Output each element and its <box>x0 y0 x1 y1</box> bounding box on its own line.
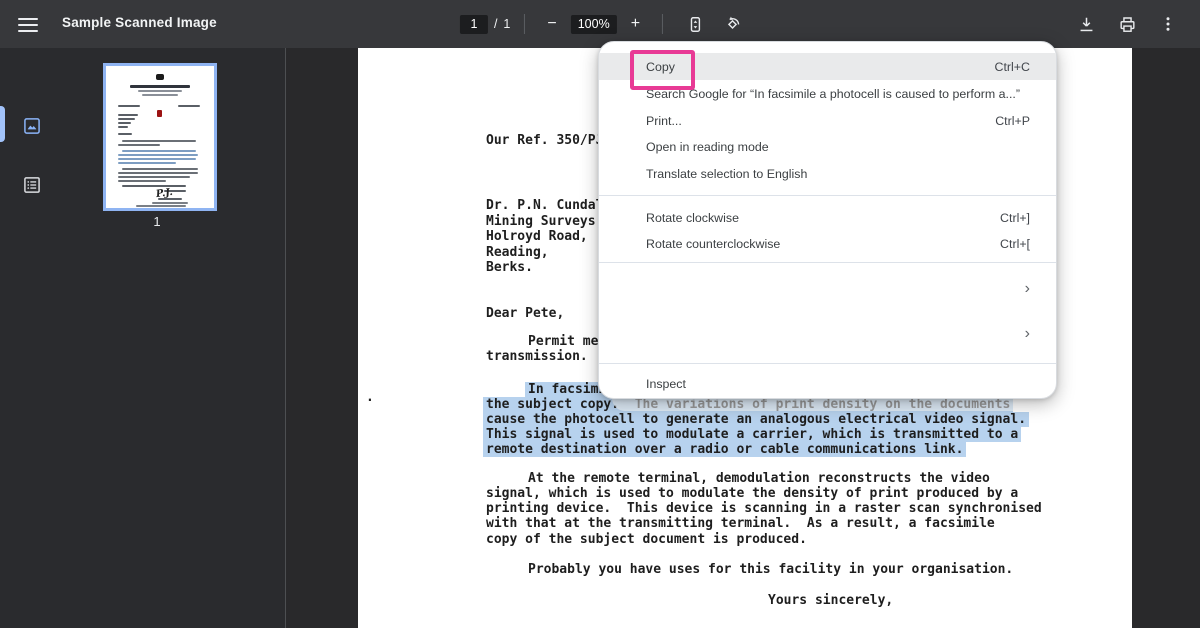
menu-separator <box>599 195 1056 196</box>
shortcut-label: Ctrl+P <box>995 113 1030 128</box>
selected-text-line[interactable]: In facsimi <box>528 382 607 397</box>
page-total: 1 <box>503 17 511 31</box>
sidebar-rail <box>0 48 48 628</box>
context-menu: Copy Ctrl+C Search Google for “In facsim… <box>598 41 1057 399</box>
menu-item-submenu-1[interactable]: › <box>599 269 1056 309</box>
active-tab-indicator <box>0 106 5 142</box>
pdf-viewer-window: Sample Scanned Image 1 / 1 − 100% + P.J.… <box>0 0 1200 628</box>
menu-separator <box>599 363 1056 364</box>
menu-item-print[interactable]: Print... Ctrl+P <box>599 107 1056 134</box>
scan-artifact-dot: . <box>366 390 374 405</box>
thumbnails-tab-icon[interactable] <box>22 116 42 136</box>
submenu-chevron-icon: › <box>1024 280 1030 297</box>
letter-line: Berks. <box>486 260 533 275</box>
letter-line: Our Ref. 350/PJ <box>486 133 604 148</box>
page-divider: / <box>493 17 498 31</box>
document-title: Sample Scanned Image <box>62 15 217 30</box>
zoom-out-button[interactable]: − <box>539 16 564 32</box>
fit-page-icon[interactable] <box>686 15 705 34</box>
menu-item-rotate-clockwise[interactable]: Rotate clockwise Ctrl+] <box>599 205 1056 231</box>
shortcut-label: Ctrl+] <box>1000 211 1030 225</box>
toolbar-right-actions <box>1066 0 1200 48</box>
toolbar-separator <box>662 14 664 34</box>
zoom-level[interactable]: 100% <box>570 14 617 34</box>
outline-tab-icon[interactable] <box>22 175 42 195</box>
more-options-icon[interactable] <box>1159 15 1177 33</box>
page-thumbnail[interactable]: P.J. <box>103 63 217 211</box>
shortcut-label: Ctrl+C <box>994 59 1030 74</box>
menu-item-copy[interactable]: Copy Ctrl+C <box>599 50 1056 90</box>
download-icon[interactable] <box>1077 15 1096 34</box>
letter-line: signal, which is used to modulate the de… <box>486 486 1019 501</box>
menu-item-rotate-counterclockwise[interactable]: Rotate counterclockwise Ctrl+[ <box>599 231 1056 257</box>
letter-line: Probably you have uses for this facility… <box>528 562 1014 577</box>
submenu-chevron-icon: › <box>1024 325 1030 342</box>
letter-line: Dear Pete, <box>486 306 565 321</box>
selected-text-line[interactable]: This signal is used to modulate a carrie… <box>486 427 1019 442</box>
menu-icon[interactable] <box>16 14 40 34</box>
shortcut-label: Ctrl+[ <box>1000 237 1030 251</box>
zoom-in-button[interactable]: + <box>623 16 648 32</box>
menu-item-translate[interactable]: Translate selection to English <box>599 160 1056 187</box>
letter-line: Dr. P.N. Cundal <box>486 198 604 213</box>
selected-text-line[interactable]: remote destination over a radio or cable… <box>486 442 964 457</box>
menu-item-inspect[interactable]: Inspect <box>599 367 1056 400</box>
thumbnail-page-number: 1 <box>153 214 161 229</box>
selected-text-line[interactable]: cause the photocell to generate an analo… <box>486 412 1027 427</box>
letter-line: Holroyd Road, <box>486 229 588 244</box>
page-number-input[interactable]: 1 <box>459 14 488 34</box>
letter-line: Mining Surveys <box>486 214 596 229</box>
print-icon[interactable] <box>1118 15 1137 34</box>
letter-line: Yours sincerely, <box>768 593 894 608</box>
rotate-counterclockwise-icon[interactable] <box>723 14 743 34</box>
thumbnail-panel: P.J. 1 <box>48 48 286 628</box>
letter-line: transmission. <box>486 349 588 364</box>
menu-separator <box>599 262 1056 263</box>
menu-item-reading-mode[interactable]: Open in reading mode <box>599 134 1056 160</box>
toolbar-separator <box>524 14 526 34</box>
menu-item-search-google[interactable]: Search Google for “In facsimile a photoc… <box>599 80 1056 107</box>
letter-line: printing device. This device is scanning… <box>486 501 1042 516</box>
letter-line: copy of the subject document is produced… <box>486 532 807 547</box>
letter-line: At the remote terminal, demodulation rec… <box>528 471 990 486</box>
letter-line: Reading, <box>486 245 549 260</box>
menu-item-submenu-2[interactable]: › <box>599 309 1056 359</box>
letter-line: with that at the transmitting terminal. … <box>486 516 995 531</box>
letter-line: Permit me <box>528 334 599 349</box>
